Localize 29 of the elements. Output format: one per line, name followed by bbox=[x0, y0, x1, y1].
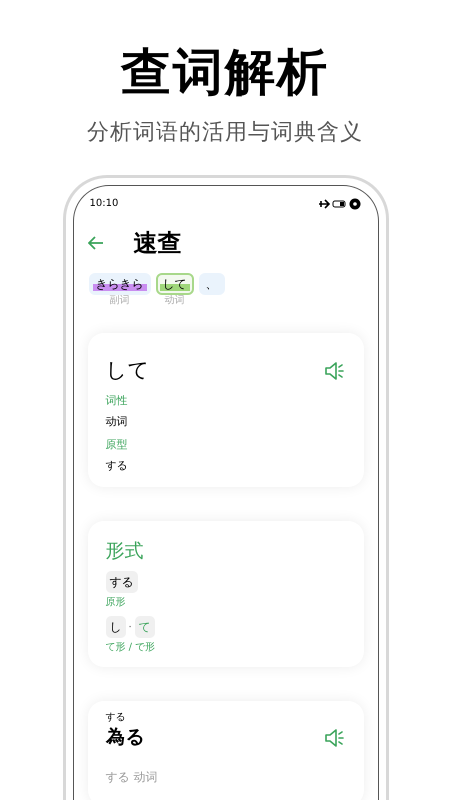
status-time: 10:10 bbox=[90, 197, 118, 211]
form-chip: し bbox=[106, 616, 126, 638]
field-label: 原型 bbox=[106, 436, 128, 452]
subtitle: 分析词语的活用与词典含义 bbox=[87, 119, 363, 147]
speaker-icon[interactable] bbox=[324, 728, 346, 748]
word-token[interactable]: きらきら bbox=[88, 273, 150, 295]
form-chip: て bbox=[134, 616, 155, 638]
okurigana: る bbox=[126, 725, 144, 750]
kanji: 為 bbox=[106, 725, 125, 750]
field-value: 动词 bbox=[106, 414, 128, 430]
word-text: して bbox=[106, 357, 150, 384]
pos-label: 动词 bbox=[164, 295, 184, 307]
form-chip: する bbox=[106, 571, 138, 593]
word-token[interactable]: して bbox=[156, 273, 194, 295]
field-value: する bbox=[106, 458, 128, 474]
forms-title: 形式 bbox=[106, 540, 144, 562]
field-label: 词性 bbox=[106, 392, 128, 408]
form-label: て形 / で形 bbox=[106, 641, 156, 655]
headline: 查词解析 bbox=[121, 42, 329, 103]
page-title: 速查 bbox=[134, 228, 182, 259]
word-token[interactable]: 、 bbox=[198, 273, 224, 295]
status-icons bbox=[318, 198, 362, 210]
form-label: 原形 bbox=[106, 596, 126, 610]
entry-summary: する 动词 bbox=[106, 768, 158, 786]
speaker-icon[interactable] bbox=[324, 360, 346, 381]
furigana: する bbox=[106, 713, 126, 723]
separator: · bbox=[128, 620, 132, 634]
pos-label: 副词 bbox=[110, 295, 130, 307]
back-arrow-icon[interactable] bbox=[88, 236, 104, 250]
